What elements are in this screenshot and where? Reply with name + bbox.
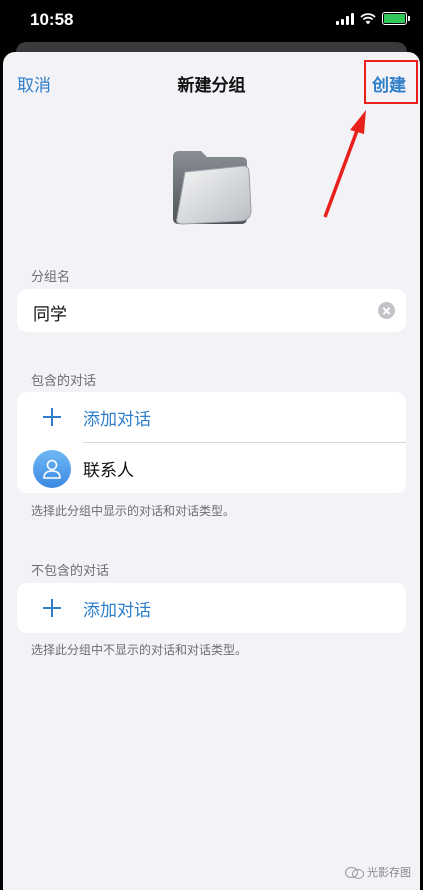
group-name-field[interactable]: 同学 xyxy=(17,289,406,332)
folder-icon xyxy=(173,151,252,225)
navigation-bar: 取消 新建分组 创建 xyxy=(3,52,420,116)
wechat-icon xyxy=(345,865,364,879)
excluded-chats-note: 选择此分组中不显示的对话和对话类型。 xyxy=(31,643,248,657)
add-chat-label: 添加对话 xyxy=(83,410,151,430)
wifi-icon xyxy=(360,12,376,24)
status-time: 10:58 xyxy=(30,10,74,29)
watermark: 光影存图 xyxy=(345,864,411,880)
clear-icon[interactable] xyxy=(378,302,395,319)
group-name-input[interactable]: 同学 xyxy=(33,300,67,325)
person-icon xyxy=(33,450,71,488)
new-folder-sheet: 取消 新建分组 创建 分组名 同学 包含的对话 添加对话 联系人 选择此分组中显… xyxy=(3,52,420,890)
included-chats-note: 选择此分组中显示的对话和对话类型。 xyxy=(31,504,236,518)
group-name-label: 分组名 xyxy=(31,270,71,285)
excluded-chats-label: 不包含的对话 xyxy=(31,564,110,579)
plus-icon xyxy=(43,408,61,426)
page-title: 新建分组 xyxy=(177,76,246,96)
included-chats-group: 添加对话 联系人 xyxy=(17,392,406,493)
add-included-chat-row[interactable]: 添加对话 xyxy=(17,392,406,442)
contacts-row[interactable]: 联系人 xyxy=(17,443,406,493)
plus-icon xyxy=(43,599,61,617)
add-excluded-chat-row[interactable]: 添加对话 xyxy=(17,583,406,633)
status-bar: 10:58 xyxy=(0,0,423,42)
contacts-label: 联系人 xyxy=(83,461,134,481)
excluded-chats-group: 添加对话 xyxy=(17,583,406,633)
status-icons xyxy=(336,12,410,25)
included-chats-label: 包含的对话 xyxy=(31,374,97,389)
annotation-highlight-box xyxy=(364,60,418,104)
battery-charging-icon xyxy=(382,12,410,25)
watermark-text: 光影存图 xyxy=(367,866,411,879)
add-chat-label: 添加对话 xyxy=(83,601,151,621)
signal-icon xyxy=(336,12,354,25)
